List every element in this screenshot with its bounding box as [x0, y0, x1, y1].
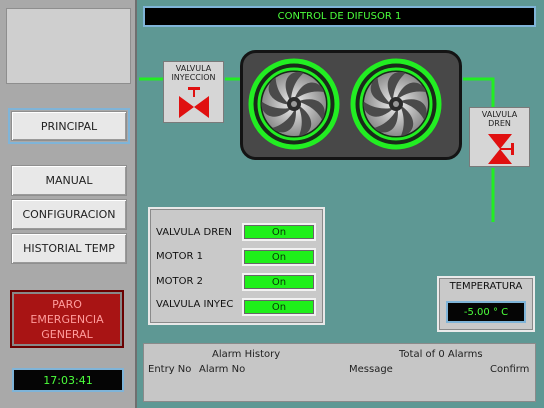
- nav-manual-label: MANUAL: [45, 174, 93, 187]
- injection-valve[interactable]: VALVULA INYECCION: [163, 61, 224, 123]
- alarm-col-entry: Entry No: [148, 364, 192, 375]
- fan-icon: [248, 58, 340, 150]
- temperature-value: -5.00 ° C: [463, 306, 509, 318]
- nav-historial-temp-label: HISTORIAL TEMP: [23, 242, 115, 255]
- temperature-display: -5.00 ° C: [446, 301, 526, 323]
- injection-valve-label-1: VALVULA: [175, 64, 212, 73]
- alarm-history-title: Alarm History: [212, 349, 281, 360]
- emergency-stop-button[interactable]: PARO EMERGENCIA GENERAL: [10, 290, 124, 348]
- valve-icon: [178, 87, 209, 118]
- emergency-line-3: GENERAL: [41, 327, 93, 341]
- clock-display: 17:03:41: [12, 368, 124, 392]
- status-value-valvula-inyec: On: [242, 298, 316, 316]
- nav-principal-label: PRINCIPAL: [40, 119, 98, 133]
- status-label-valvula-dren: VALVULA DREN: [156, 227, 232, 238]
- page-title-bar: CONTROL DE DIFUSOR 1: [143, 6, 536, 27]
- nav-principal-button[interactable]: PRINCIPAL: [8, 108, 130, 144]
- alarm-col-alarm: Alarm No: [199, 364, 246, 375]
- emergency-line-1: PARO: [52, 297, 82, 311]
- fan-icon: [350, 58, 442, 150]
- status-label-motor-1: MOTOR 1: [156, 251, 203, 262]
- status-value-motor-2: On: [242, 273, 316, 291]
- alarm-total: Total of 0 Alarms: [399, 349, 483, 360]
- nav-configuracion-label: CONFIGURACION: [22, 208, 116, 221]
- valve-icon: [487, 134, 514, 164]
- nav-configuracion-button[interactable]: CONFIGURACION: [11, 199, 127, 230]
- alarm-history-panel[interactable]: Alarm History Total of 0 Alarms Entry No…: [143, 343, 536, 402]
- nav-historial-temp-button[interactable]: HISTORIAL TEMP: [11, 233, 127, 264]
- pipe-to-drain: [463, 77, 495, 108]
- status-value-motor-1: On: [242, 248, 316, 266]
- temperature-panel: TEMPERATURA -5.00 ° C: [437, 276, 535, 332]
- injection-valve-label-2: INYECCION: [171, 73, 216, 82]
- drain-valve-label-2: DREN: [488, 119, 511, 128]
- clock-time: 17:03:41: [43, 373, 93, 387]
- fans-group: [248, 58, 442, 150]
- logo-placeholder: [6, 8, 131, 84]
- nav-manual-button[interactable]: MANUAL: [11, 165, 127, 196]
- status-value-valvula-dren: On: [242, 223, 316, 241]
- status-label-valvula-inyec: VALVULA INYEC: [156, 299, 234, 310]
- alarm-col-confirm: Confirm: [490, 364, 530, 375]
- emergency-line-2: EMERGENCIA: [30, 312, 104, 326]
- alarm-col-message: Message: [349, 364, 393, 375]
- drain-valve[interactable]: VALVULA DREN: [469, 107, 530, 167]
- temperature-title: TEMPERATURA: [449, 281, 523, 292]
- status-label-motor-2: MOTOR 2: [156, 276, 203, 287]
- drain-valve-label-1: VALVULA: [481, 110, 518, 119]
- page-title: CONTROL DE DIFUSOR 1: [277, 11, 402, 22]
